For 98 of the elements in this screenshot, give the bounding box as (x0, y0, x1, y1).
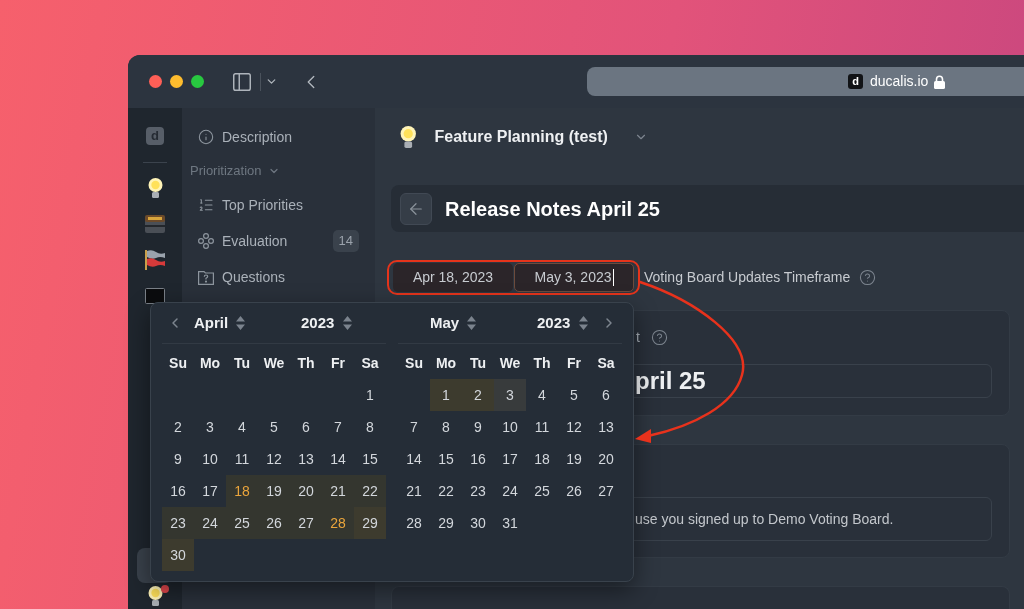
calendar-day[interactable]: 18 (526, 443, 558, 475)
calendar-day[interactable]: 7 (398, 411, 430, 443)
timeframe-label: Voting Board Updates Timeframe (644, 268, 851, 287)
date-input[interactable]: May 3, 2023 (514, 263, 634, 292)
light-bulb-icon (400, 126, 417, 148)
calendar-day[interactable]: 29 (354, 507, 386, 539)
text-cursor (612, 269, 614, 286)
nodes-icon (198, 233, 214, 249)
calendar-day[interactable]: 17 (194, 475, 226, 507)
calendar-day[interactable]: 28 (322, 507, 354, 539)
sidebar-icon[interactable] (231, 70, 253, 93)
calendar-day[interactable]: 22 (354, 475, 386, 507)
project-switcher[interactable]: Feature Planning (test) (391, 119, 648, 155)
month-select[interactable]: April (194, 311, 246, 335)
calendar-day[interactable]: 26 (258, 507, 290, 539)
calendar-day[interactable]: 24 (194, 507, 226, 539)
calendar-day[interactable]: 15 (354, 443, 386, 475)
calendar-day[interactable]: 30 (162, 539, 194, 571)
calendar-day[interactable]: 11 (226, 443, 258, 475)
calendar-day[interactable]: 27 (290, 507, 322, 539)
calendar-day[interactable]: 11 (526, 411, 558, 443)
calendar-day[interactable]: 1 (354, 379, 386, 411)
calendar-day[interactable]: 23 (162, 507, 194, 539)
count-badge: 14 (332, 230, 359, 252)
minimize-window-icon[interactable] (170, 75, 183, 88)
year-select[interactable]: 2023 (301, 311, 353, 335)
weekday-label: Sa (360, 354, 380, 373)
light-bulb-icon (147, 178, 163, 198)
field-label: t (636, 327, 640, 347)
calendar-day[interactable]: 6 (290, 411, 322, 443)
calendar-day[interactable]: 3 (494, 379, 526, 411)
calendar-day[interactable]: 5 (258, 411, 290, 443)
page-title: Release Notes April 25 (445, 196, 660, 222)
calendar-day[interactable]: 20 (290, 475, 322, 507)
year-select[interactable]: 2023 (537, 311, 589, 335)
calendar-day[interactable]: 1 (430, 379, 462, 411)
calendar-day[interactable]: 25 (226, 507, 258, 539)
weekday-label: Th (296, 354, 316, 373)
calendar-day[interactable]: 19 (258, 475, 290, 507)
calendar-day[interactable]: 14 (398, 443, 430, 475)
calendar-day[interactable]: 7 (322, 411, 354, 443)
chest-icon (145, 215, 165, 233)
calendar-day[interactable]: 4 (226, 411, 258, 443)
calendar-day[interactable]: 16 (462, 443, 494, 475)
folder-question-icon (198, 269, 214, 285)
weekday-label: We (262, 354, 286, 373)
light-bulb-icon (147, 586, 163, 606)
url-text: ducalis.io (870, 72, 929, 91)
help-icon[interactable] (859, 269, 877, 286)
lock-icon (934, 74, 946, 89)
calendar-day[interactable]: 19 (558, 443, 590, 475)
calendar-day[interactable]: 20 (590, 443, 622, 475)
calendar-day[interactable]: 3 (194, 411, 226, 443)
numbered-list-icon (198, 197, 214, 213)
nav-item[interactable]: Description (190, 119, 367, 155)
month-select[interactable]: May (430, 311, 477, 335)
calendar-day[interactable]: 15 (430, 443, 462, 475)
calendar-day[interactable]: 16 (162, 475, 194, 507)
site-favicon: d (848, 74, 863, 89)
weekday-label: Mo (198, 354, 222, 373)
maximize-window-icon[interactable] (191, 75, 204, 88)
calendar-day[interactable]: 12 (258, 443, 290, 475)
calendar-day[interactable]: 12 (558, 411, 590, 443)
calendar-day[interactable]: 21 (322, 475, 354, 507)
calendar-day[interactable]: 2 (162, 411, 194, 443)
nav-item[interactable]: Top Priorities (190, 187, 367, 223)
calendar-day[interactable]: 17 (494, 443, 526, 475)
calendar-day[interactable]: 13 (590, 411, 622, 443)
nav-item[interactable]: Questions (190, 259, 367, 295)
calendar-day[interactable]: 2 (462, 379, 494, 411)
calendar-day[interactable]: 14 (322, 443, 354, 475)
calendar-day[interactable]: 30 (462, 507, 494, 539)
calendar-day[interactable]: 10 (194, 443, 226, 475)
calendar-day[interactable]: 13 (290, 443, 322, 475)
close-window-icon[interactable] (149, 75, 162, 88)
calendar-day[interactable]: 29 (430, 507, 462, 539)
date-input[interactable]: Apr 18, 2023 (393, 263, 513, 292)
help-icon[interactable] (650, 328, 668, 346)
info-icon (198, 129, 214, 145)
monitor-icon (145, 288, 165, 304)
up-down-caret-icon (236, 316, 246, 330)
weekday-label: Fr (330, 354, 346, 373)
up-down-caret-icon (467, 316, 477, 330)
calendar-day[interactable]: 9 (462, 411, 494, 443)
calendar-day[interactable]: 10 (494, 411, 526, 443)
weekday-label: Tu (232, 354, 252, 373)
calendar-day[interactable]: 9 (162, 443, 194, 475)
address-bar[interactable]: d ducalis.io (587, 67, 1024, 96)
calendar-day[interactable]: 18 (226, 475, 258, 507)
calendar-day[interactable]: 8 (430, 411, 462, 443)
weekday-label: Su (168, 354, 188, 373)
nav-item[interactable]: Evaluation 14 (190, 223, 367, 259)
up-down-caret-icon (343, 316, 353, 330)
up-down-caret-icon (579, 316, 589, 330)
back-button[interactable] (400, 192, 432, 225)
flags-icon (145, 250, 165, 270)
calendar-day[interactable]: 31 (494, 507, 526, 539)
calendar-day[interactable]: 8 (354, 411, 386, 443)
